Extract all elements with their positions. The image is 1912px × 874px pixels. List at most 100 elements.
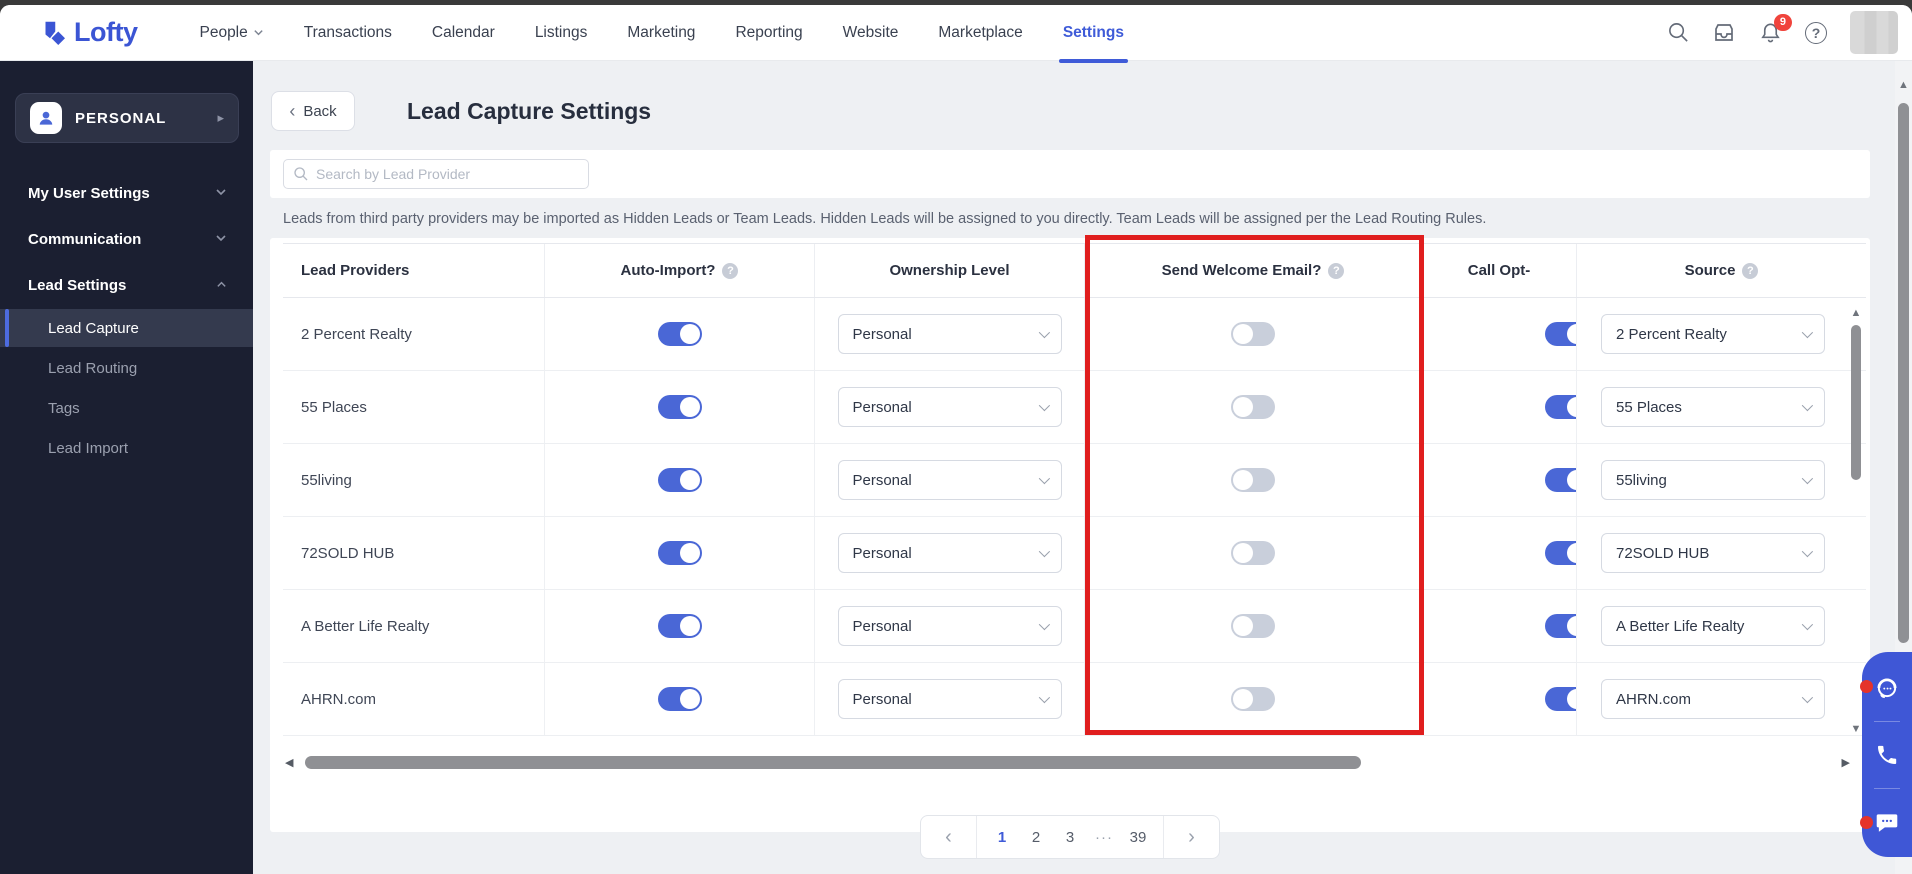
nav-item-website[interactable]: Website xyxy=(823,5,919,60)
send-welcome-email-toggle[interactable] xyxy=(1231,541,1275,565)
ownership-level-select[interactable]: Personal xyxy=(838,460,1062,500)
pagination-box: ‹ 123···39 › xyxy=(920,815,1220,859)
search-input[interactable] xyxy=(316,166,579,182)
pagination-page-39[interactable]: 39 xyxy=(1125,829,1151,846)
chevron-down-icon xyxy=(1802,692,1813,703)
pagination-pages: 123···39 xyxy=(977,829,1163,846)
nav-item-listings[interactable]: Listings xyxy=(515,5,608,60)
sidebar-item-lead-import[interactable]: Lead Import xyxy=(0,429,253,467)
nav-item-marketplace[interactable]: Marketplace xyxy=(918,5,1042,60)
nav-item-reporting[interactable]: Reporting xyxy=(715,5,822,60)
ownership-level-select[interactable]: Personal xyxy=(838,606,1062,646)
ownership-level-select[interactable]: Personal xyxy=(838,314,1062,354)
user-avatar[interactable] xyxy=(1850,11,1898,54)
call-opt-in-toggle[interactable] xyxy=(1545,395,1577,419)
nav-item-people[interactable]: People xyxy=(179,5,283,60)
ownership-level-select[interactable]: Personal xyxy=(838,533,1062,573)
chevron-down-icon xyxy=(1802,473,1813,484)
scroll-right-arrow-icon[interactable]: ▶ xyxy=(1836,756,1850,769)
call-opt-in-toggle[interactable] xyxy=(1545,468,1577,492)
auto-import-toggle[interactable] xyxy=(658,614,702,638)
sidebar-item-lead-routing[interactable]: Lead Routing xyxy=(0,349,253,387)
select-value: Personal xyxy=(853,545,1039,562)
auto-import-toggle[interactable] xyxy=(658,687,702,711)
table-vertical-scroll-thumb[interactable] xyxy=(1851,325,1861,480)
table-vertical-scrollbar[interactable]: ▲ ▼ xyxy=(1849,307,1863,735)
page-scroll-up-arrow-icon[interactable]: ▲ xyxy=(1895,79,1912,91)
source-select[interactable]: 72SOLD HUB xyxy=(1601,533,1825,573)
auto-import-toggle[interactable] xyxy=(658,541,702,565)
horizontal-scroll-thumb[interactable] xyxy=(305,756,1361,769)
search-icon[interactable] xyxy=(1666,21,1690,45)
pagination-prev-button[interactable]: ‹ xyxy=(921,816,977,858)
sidebar-sections: My User SettingsCommunication Lead Settin… xyxy=(0,171,253,467)
chevron-down-icon xyxy=(1038,619,1049,630)
info-icon[interactable]: ? xyxy=(1328,263,1344,279)
call-opt-in-toggle[interactable] xyxy=(1545,687,1577,711)
column-header-ownership-level: Ownership Level xyxy=(815,244,1085,297)
source-select[interactable]: A Better Life Realty xyxy=(1601,606,1825,646)
chat-bubble-icon[interactable] xyxy=(1873,808,1901,836)
source-select[interactable]: 55 Places xyxy=(1601,387,1825,427)
source-select[interactable]: 2 Percent Realty xyxy=(1601,314,1825,354)
pagination-next-button[interactable]: › xyxy=(1163,816,1219,858)
settings-sidebar: PERSONAL ▸ My User SettingsCommunication… xyxy=(0,61,253,874)
info-icon[interactable]: ? xyxy=(722,263,738,279)
page-head: ‹ Back Lead Capture Settings xyxy=(271,91,651,131)
phone-icon[interactable] xyxy=(1873,741,1901,769)
pagination-page-1[interactable]: 1 xyxy=(989,829,1015,846)
app-window: Lofty PeopleTransactionsCalendarListings… xyxy=(0,5,1912,874)
send-welcome-email-toggle[interactable] xyxy=(1231,395,1275,419)
nav-item-settings[interactable]: Settings xyxy=(1043,5,1144,60)
ownership-level-select[interactable]: Personal xyxy=(838,387,1062,427)
table-header: Lead ProvidersAuto-Import??Ownership Lev… xyxy=(283,243,1866,298)
pagination-page-2[interactable]: 2 xyxy=(1023,829,1049,846)
send-welcome-email-toggle[interactable] xyxy=(1231,468,1275,492)
sidebar-section-my-user-settings[interactable]: My User Settings xyxy=(0,171,253,215)
sidebar-section-communication[interactable]: Communication xyxy=(0,217,253,261)
account-switcher[interactable]: PERSONAL ▸ xyxy=(15,93,239,143)
info-icon[interactable]: ? xyxy=(1742,263,1758,279)
back-button[interactable]: ‹ Back xyxy=(271,91,355,131)
chevron-down-icon xyxy=(1802,327,1813,338)
column-label: Source xyxy=(1685,262,1736,279)
search-box[interactable] xyxy=(283,159,589,189)
call-opt-in-toggle[interactable] xyxy=(1545,322,1577,346)
send-welcome-email-toggle[interactable] xyxy=(1231,687,1275,711)
select-value: 55living xyxy=(1616,472,1802,489)
sidebar-item-lead-capture[interactable]: Lead Capture xyxy=(0,309,253,347)
auto-import-toggle[interactable] xyxy=(658,322,702,346)
notifications-bell-icon[interactable]: 9 xyxy=(1758,21,1782,45)
lofty-logo[interactable]: Lofty xyxy=(38,17,137,49)
nav-item-transactions[interactable]: Transactions xyxy=(284,5,412,60)
call-opt-in-toggle[interactable] xyxy=(1545,541,1577,565)
table-row: 55livingPersonal55living xyxy=(283,444,1866,517)
scroll-up-arrow-icon[interactable]: ▲ xyxy=(1849,307,1863,319)
inbox-icon[interactable] xyxy=(1712,21,1736,45)
auto-import-toggle[interactable] xyxy=(658,468,702,492)
scroll-down-arrow-icon[interactable]: ▼ xyxy=(1849,723,1863,735)
chevron-down-icon xyxy=(253,27,264,38)
auto-import-toggle[interactable] xyxy=(658,395,702,419)
support-headset-icon[interactable] xyxy=(1873,674,1901,702)
sidebar-item-tags[interactable]: Tags xyxy=(0,389,253,427)
scroll-left-arrow-icon[interactable]: ◀ xyxy=(285,756,299,769)
source-select[interactable]: AHRN.com xyxy=(1601,679,1825,719)
sidebar-section-label: Lead Settings xyxy=(28,277,126,294)
select-value: Personal xyxy=(853,326,1039,343)
call-opt-in-toggle[interactable] xyxy=(1545,614,1577,638)
horizontal-scroll-track[interactable] xyxy=(299,756,1836,769)
nav-item-calendar[interactable]: Calendar xyxy=(412,5,515,60)
page-scroll-thumb[interactable] xyxy=(1898,103,1909,643)
select-value: 72SOLD HUB xyxy=(1616,545,1802,562)
help-icon[interactable]: ? xyxy=(1804,21,1828,45)
sidebar-section-lead-settings[interactable]: Lead Settings xyxy=(0,263,253,307)
send-welcome-email-toggle[interactable] xyxy=(1231,614,1275,638)
send-welcome-email-toggle[interactable] xyxy=(1231,322,1275,346)
nav-item-marketing[interactable]: Marketing xyxy=(607,5,715,60)
ownership-level-select[interactable]: Personal xyxy=(838,679,1062,719)
horizontal-scrollbar[interactable]: ◀ ▶ xyxy=(285,754,1850,770)
pagination-page-3[interactable]: 3 xyxy=(1057,829,1083,846)
source-select[interactable]: 55living xyxy=(1601,460,1825,500)
select-value: Personal xyxy=(853,472,1039,489)
